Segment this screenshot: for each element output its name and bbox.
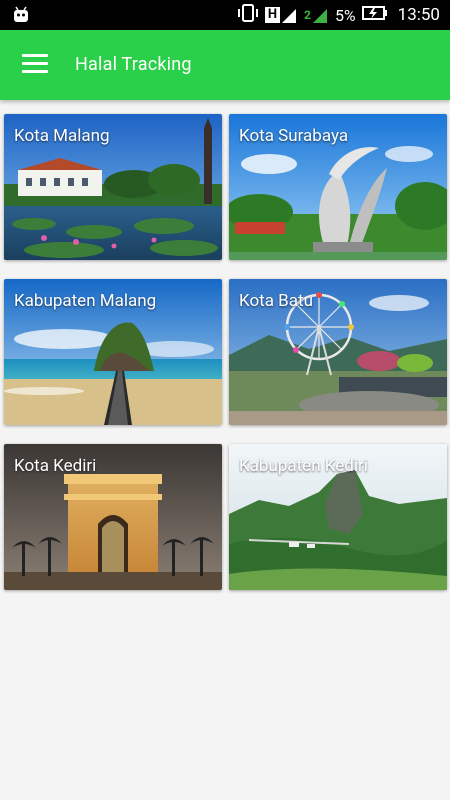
city-card-kota-malang[interactable]: Kota Malang xyxy=(4,114,222,260)
city-label: Kota Surabaya xyxy=(239,126,349,146)
app-title: Halal Tracking xyxy=(75,54,192,75)
city-label: Kabupaten Malang xyxy=(14,291,157,311)
vibrate-icon xyxy=(237,4,259,26)
menu-icon[interactable] xyxy=(22,54,48,76)
android-notification-icon xyxy=(12,6,30,28)
status-bar: H 2 5% 13:50 xyxy=(0,0,450,30)
network-type-badge: H xyxy=(264,7,281,23)
city-label: Kabupaten Kediri xyxy=(239,456,368,476)
network-h-icon: H xyxy=(264,6,298,24)
clock: 13:50 xyxy=(397,5,440,25)
city-card-kota-batu[interactable]: Kota Batu xyxy=(229,279,447,425)
app-bar: Halal Tracking xyxy=(0,30,450,100)
city-card-kabupaten-kediri[interactable]: Kabupaten Kediri xyxy=(229,444,447,590)
city-card-kota-kediri[interactable]: Kota Kediri xyxy=(4,444,222,590)
city-card-kota-surabaya[interactable]: Kota Surabaya xyxy=(229,114,447,260)
city-label: Kota Malang xyxy=(14,126,110,146)
sim-badge: 2 xyxy=(304,8,311,22)
signal-2-icon: 2 xyxy=(304,6,329,24)
battery-percent: 5% xyxy=(334,5,356,25)
city-label: Kota Batu xyxy=(239,291,313,311)
city-card-kabupaten-malang[interactable]: Kabupaten Malang xyxy=(4,279,222,425)
status-icons: H 2 5% 13:50 xyxy=(237,0,440,30)
city-label: Kota Kediri xyxy=(14,456,97,476)
battery-charging-icon xyxy=(361,5,388,25)
